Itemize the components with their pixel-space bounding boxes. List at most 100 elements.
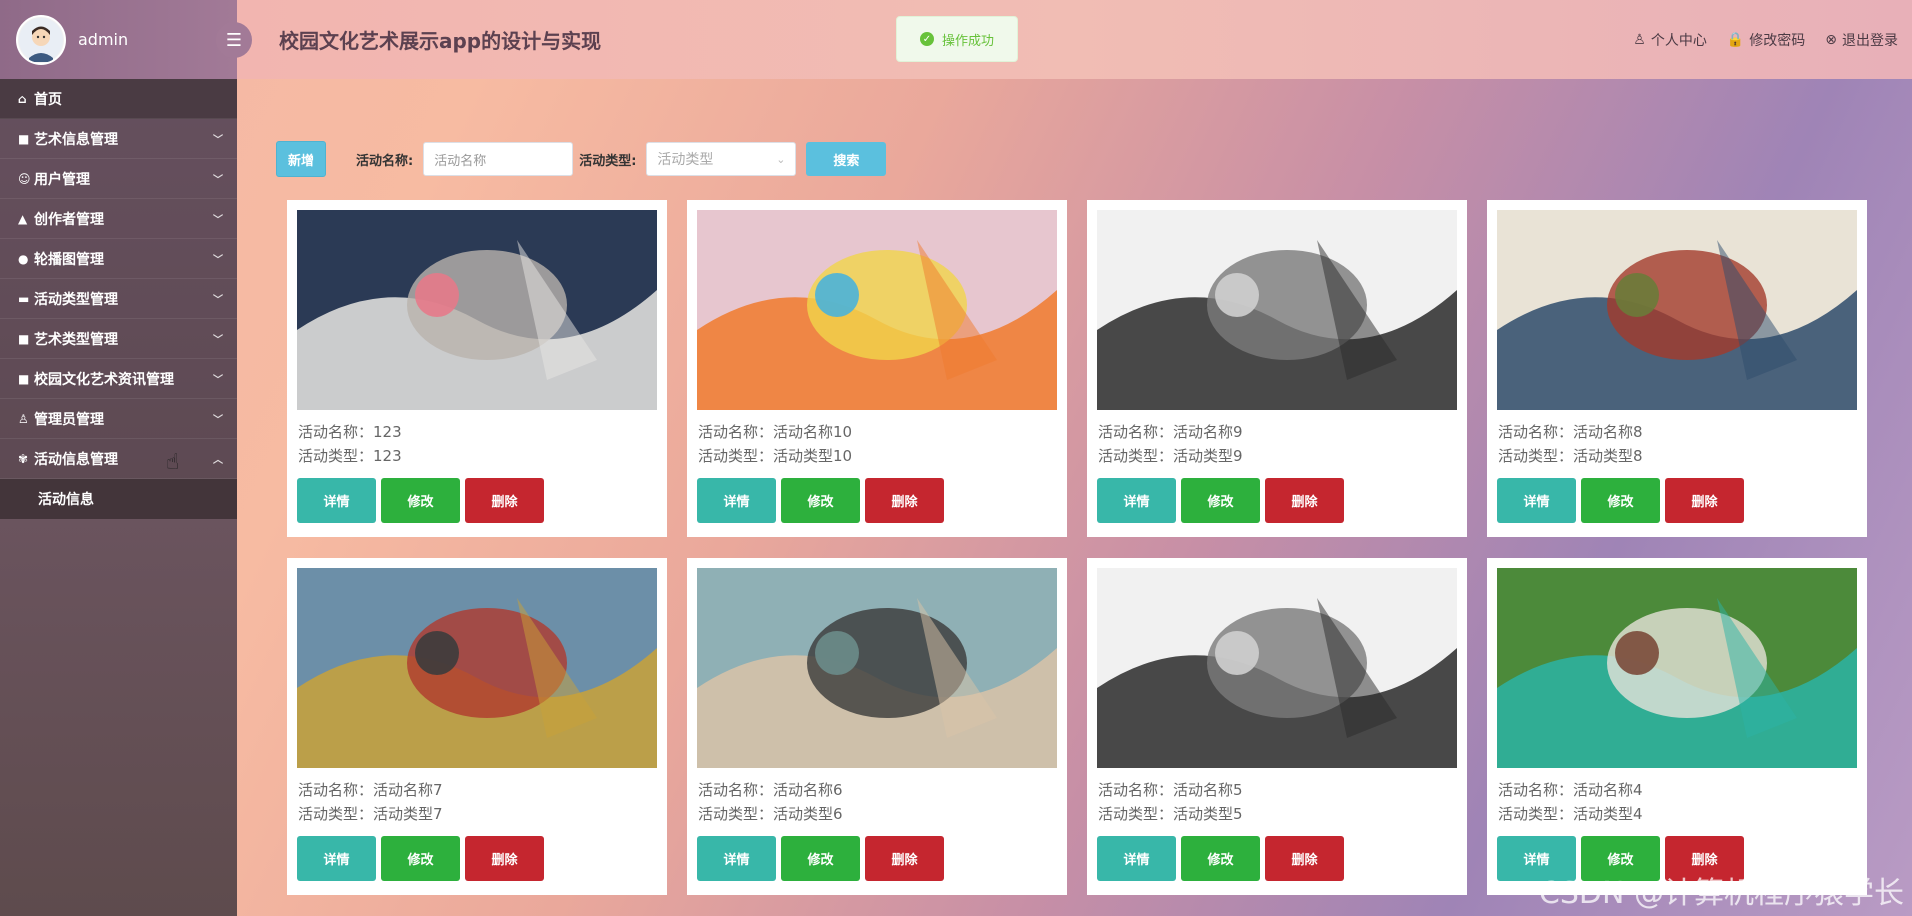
- edit-button[interactable]: 修改: [1581, 478, 1660, 523]
- edit-button[interactable]: 修改: [781, 836, 860, 881]
- surreal-woman-painting-image[interactable]: [697, 568, 1057, 768]
- edit-button[interactable]: 修改: [1181, 836, 1260, 881]
- sidebar-item[interactable]: ▬ 活动类型管理 ﹀: [0, 279, 237, 319]
- sidebar-subitem[interactable]: 活动信息: [0, 479, 237, 519]
- delete-button[interactable]: 删除: [865, 836, 944, 881]
- detail-button[interactable]: 详情: [1097, 836, 1176, 881]
- chevron-up-icon: ︿: [213, 455, 223, 466]
- sidebar-item[interactable]: ✾ 活动信息管理 ︿: [0, 439, 237, 479]
- floral-painting-image[interactable]: [697, 210, 1057, 410]
- delete-button[interactable]: 删除: [1265, 836, 1344, 881]
- detail-button[interactable]: 详情: [1497, 478, 1576, 523]
- card-activity-name: 活动名称：活动名称7: [298, 781, 443, 799]
- activity-card: 活动名称：活动名称9 活动类型：活动类型9 详情 修改 删除: [1087, 200, 1467, 537]
- delete-button[interactable]: 删除: [1265, 478, 1344, 523]
- avatar[interactable]: [16, 14, 66, 65]
- grid-icon: ■: [18, 371, 30, 386]
- card-activity-name: 活动名称：活动名称9: [1098, 423, 1243, 441]
- card-activity-type: 活动类型：活动类型9: [1098, 447, 1243, 465]
- sidebar-item[interactable]: ☺ 用户管理 ﹀: [0, 159, 237, 199]
- sidebar-item-label: 校园文化艺术资讯管理: [34, 371, 174, 388]
- edit-button[interactable]: 修改: [1181, 478, 1260, 523]
- sidebar-item[interactable]: ▲ 创作者管理 ﹀: [0, 199, 237, 239]
- briefcase-icon: ▬: [18, 291, 30, 306]
- activity-card: 活动名称：123 活动类型：123 详情 修改 删除: [287, 200, 667, 537]
- header-link[interactable]: ♙ 个人中心: [1633, 30, 1707, 50]
- activity-card: 活动名称：活动名称8 活动类型：活动类型8 详情 修改 删除: [1487, 200, 1867, 537]
- success-toast: ✓ 操作成功: [896, 16, 1018, 62]
- sidebar-item-label: 活动类型管理: [34, 291, 118, 308]
- header-link[interactable]: ⊗ 退出登录: [1825, 30, 1898, 50]
- chevron-down-icon: ⌄: [776, 152, 786, 166]
- sidebar-item-label: 活动信息管理: [34, 451, 118, 468]
- detail-button[interactable]: 详情: [1097, 478, 1176, 523]
- close-circle-icon: ⊗: [1825, 31, 1837, 48]
- chevron-down-icon: ﹀: [213, 215, 223, 226]
- artist-girl-painting-image[interactable]: [297, 568, 657, 768]
- detail-button[interactable]: 详情: [297, 478, 376, 523]
- sidebar-item[interactable]: ■ 艺术类型管理 ﹀: [0, 319, 237, 359]
- activity-name-input[interactable]: 活动名称: [423, 142, 574, 176]
- activity-name-placeholder: 活动名称: [434, 153, 487, 169]
- card-activity-name: 活动名称：活动名称6: [698, 781, 843, 799]
- card-activity-type: 活动类型：活动类型5: [1098, 805, 1243, 823]
- card-activity-type: 活动类型：123: [298, 447, 402, 465]
- activity-card: 活动名称：活动名称4 活动类型：活动类型4 详情 修改 删除: [1487, 558, 1867, 895]
- toast-message: 操作成功: [941, 33, 994, 49]
- header-link[interactable]: 🔒 修改密码: [1727, 30, 1805, 50]
- sidebar-item[interactable]: ■ 艺术信息管理 ﹀: [0, 119, 237, 159]
- sidebar-menu: ⌂ 首页 ■ 艺术信息管理 ﹀ ☺ 用户管理 ﹀ ▲ 创作者管理 ﹀ ● 轮播图管理 ﹀ ▬ 活动类型管理 ﹀ ■…: [0, 79, 237, 519]
- sidebar-item[interactable]: ■ 校园文化艺术资讯管理 ﹀: [0, 359, 237, 399]
- add-button[interactable]: 新增: [276, 141, 326, 177]
- chevron-down-icon: ﹀: [213, 175, 223, 186]
- person-icon: ♙: [1633, 31, 1646, 48]
- edit-button[interactable]: 修改: [781, 478, 860, 523]
- activity-card: 活动名称：活动名称6 活动类型：活动类型6 详情 修改 删除: [687, 558, 1067, 895]
- detail-button[interactable]: 详情: [697, 836, 776, 881]
- activity-card: 活动名称：活动名称5 活动类型：活动类型5 详情 修改 删除: [1087, 558, 1467, 895]
- activity-card: 活动名称：活动名称7 活动类型：活动类型7 详情 修改 删除: [287, 558, 667, 895]
- sidebar-item[interactable]: ⌂ 首页: [0, 79, 237, 119]
- avatar-icon: [19, 17, 63, 62]
- chevron-down-icon: ﹀: [213, 335, 223, 346]
- admin-username: admin: [78, 30, 129, 49]
- header-link-label: 个人中心: [1650, 32, 1707, 49]
- card-activity-type: 活动类型：活动类型6: [698, 805, 843, 823]
- site-title: 校园文化艺术展示app的设计与实现: [279, 29, 602, 53]
- top-header: 校园文化艺术展示app的设计与实现 ♙ 个人中心 🔒 修改密码 ⊗ 退出登录: [237, 0, 1912, 79]
- graffiti-eyes-image[interactable]: [1497, 568, 1857, 768]
- grid-icon: ■: [18, 131, 30, 146]
- edit-button[interactable]: 修改: [381, 478, 460, 523]
- sidebar-item[interactable]: ♙ 管理员管理 ﹀: [0, 399, 237, 439]
- ink-tree-drawing-image[interactable]: [1097, 210, 1457, 410]
- home-icon: ⌂: [18, 91, 27, 106]
- card-activity-name: 活动名称：123: [298, 423, 402, 441]
- activity-type-select[interactable]: 活动类型 ⌄: [646, 142, 797, 176]
- detail-button[interactable]: 详情: [297, 836, 376, 881]
- person-icon: ♙: [18, 411, 29, 426]
- sidebar-item[interactable]: ● 轮播图管理 ﹀: [0, 239, 237, 279]
- activity-name-label: 活动名称:: [356, 153, 414, 169]
- detail-button[interactable]: 详情: [697, 478, 776, 523]
- menu-collapse-button[interactable]: ☰: [216, 22, 252, 58]
- delete-button[interactable]: 删除: [865, 478, 944, 523]
- edit-button[interactable]: 修改: [381, 836, 460, 881]
- menu-toggle-icon: ☰: [225, 29, 243, 51]
- header-links: ♙ 个人中心 🔒 修改密码 ⊗ 退出登录: [1633, 30, 1898, 50]
- card-activity-type: 活动类型：活动类型8: [1498, 447, 1643, 465]
- chevron-down-icon: ﹀: [213, 255, 223, 266]
- delete-button[interactable]: 删除: [1665, 478, 1744, 523]
- grid-icon: ■: [18, 331, 30, 346]
- delete-button[interactable]: 删除: [465, 478, 544, 523]
- delete-button[interactable]: 删除: [465, 836, 544, 881]
- mountain-painting-image[interactable]: [1497, 210, 1857, 410]
- chevron-down-icon: ﹀: [213, 375, 223, 386]
- header-link-label: 退出登录: [1842, 32, 1898, 49]
- lock-icon: 🔒: [1726, 31, 1745, 48]
- sidebar: admin ⌂ 首页 ■ 艺术信息管理 ﹀ ☺ 用户管理 ﹀ ▲ 创作者管理 ﹀ ● 轮播图管理 ﹀ ▬ 活动…: [0, 0, 237, 916]
- ink-tree-drawing-image[interactable]: [1097, 568, 1457, 768]
- sidebar-item-label: 创作者管理: [34, 211, 104, 228]
- sidebar-item-label: 管理员管理: [34, 411, 104, 428]
- search-button[interactable]: 搜索: [806, 142, 887, 176]
- husky-puppy-image[interactable]: [297, 210, 657, 410]
